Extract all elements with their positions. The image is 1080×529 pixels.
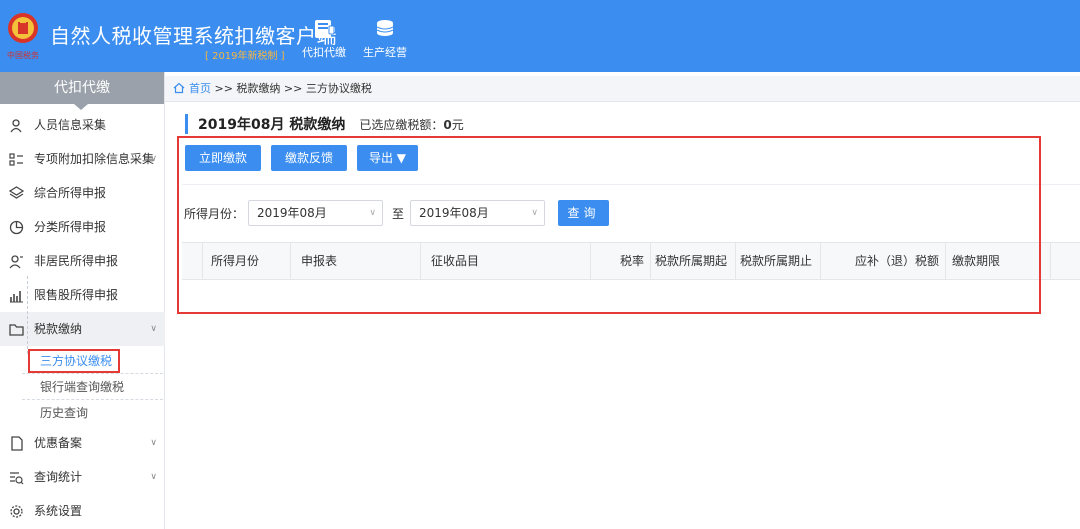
sidebar-item-label: 税款缴纳 [34, 322, 83, 336]
selected-amount: 已选应缴税额：0元 [359, 118, 464, 132]
chevron-down-icon: ∨ [150, 324, 157, 334]
sidebar-item-settings[interactable]: 系统设置 [0, 494, 165, 528]
topnav-label: 生产经营 [363, 46, 407, 59]
sidebar-item-preferential[interactable]: 优惠备案 ∨ [0, 426, 165, 460]
breadcrumb: 首页 >> 税款缴纳 >> 三方协议缴税 [165, 76, 1080, 102]
sidebar-item-query-stats[interactable]: 查询统计 ∨ [0, 460, 165, 494]
sidebar-item-special-deduction[interactable]: 专项附加扣除信息采集 ∨ [0, 142, 165, 176]
sidebar-item-restricted-shares[interactable]: 限售股所得申报 [0, 278, 165, 312]
sidebar-item-comprehensive[interactable]: 综合所得申报 [0, 176, 165, 210]
topnav-business[interactable]: 生产经营 [357, 18, 413, 60]
page-title: 2019年08月 税款缴纳 [198, 117, 346, 133]
app-subtitle: [ 2019年新税制 ] [205, 51, 285, 62]
sidebar-item-tax-payment[interactable]: 税款缴纳 ∨ [0, 312, 165, 346]
page-title-bar: 2019年08月 税款缴纳 已选应缴税额：0元 [185, 114, 464, 134]
sidebar-item-label: 非居民所得申报 [34, 254, 119, 268]
pie-icon [9, 220, 24, 235]
highlight-box [28, 349, 120, 373]
user-icon [9, 255, 23, 269]
sidebar-item-nonresident[interactable]: 非居民所得申报 [0, 244, 165, 278]
tax-emblem-icon: 中国税务 [7, 13, 39, 60]
chevron-down-icon: ∨ [150, 154, 157, 164]
list-icon [9, 153, 23, 166]
breadcrumb-path: >> 税款缴纳 >> 三方协议缴税 [211, 82, 372, 95]
submenu-guide-line [27, 276, 28, 354]
gear-icon [10, 505, 23, 518]
sidebar-item-classified[interactable]: 分类所得申报 [0, 210, 165, 244]
coins-icon [376, 20, 394, 36]
sidebar-item-label: 限售股所得申报 [34, 288, 119, 302]
folder-icon [9, 324, 24, 336]
sidebar-item-label: 分类所得申报 [34, 220, 107, 234]
topnav-withholding[interactable]: 代扣代缴 [296, 18, 352, 60]
sidebar-item-label: 专项附加扣除信息采集 [34, 152, 155, 166]
subitem-bank-query-payment[interactable]: 银行端查询缴税 [22, 374, 163, 400]
app-header: 中国税务 自然人税收管理系统扣缴客户端 [ 2019年新税制 ] 代扣代缴 生产… [0, 0, 1080, 72]
sidebar-item-label: 优惠备案 [34, 436, 83, 450]
doc-icon [11, 436, 23, 451]
sidebar-item-label: 系统设置 [34, 504, 83, 518]
bar-chart-icon [10, 291, 23, 303]
topnav-label: 代扣代缴 [302, 46, 346, 59]
breadcrumb-home-link[interactable]: 首页 [189, 82, 211, 95]
app-title: 自然人税收管理系统扣缴客户端 [50, 24, 337, 48]
sidebar-item-label: 查询统计 [34, 470, 83, 484]
table-column-divider [1050, 242, 1051, 280]
ledger-icon [315, 20, 335, 38]
chevron-down-icon: ∨ [150, 472, 157, 482]
sidebar-item-label: 人员信息采集 [34, 118, 107, 132]
chevron-down-icon: ∨ [150, 438, 157, 448]
person-icon [10, 119, 22, 133]
home-icon [173, 82, 185, 94]
sidebar-item-personnel[interactable]: 人员信息采集 [0, 108, 165, 142]
sidebar-heading: 代扣代缴 [0, 72, 164, 110]
svg-text:中国税务: 中国税务 [7, 50, 39, 60]
sidebar-item-label: 综合所得申报 [34, 186, 107, 200]
search-list-icon [10, 472, 24, 485]
subitem-history-query[interactable]: 历史查询 [22, 400, 163, 426]
highlight-box [177, 136, 1041, 314]
layers-icon [9, 186, 24, 199]
selected-amount-value: 0 [443, 118, 452, 132]
